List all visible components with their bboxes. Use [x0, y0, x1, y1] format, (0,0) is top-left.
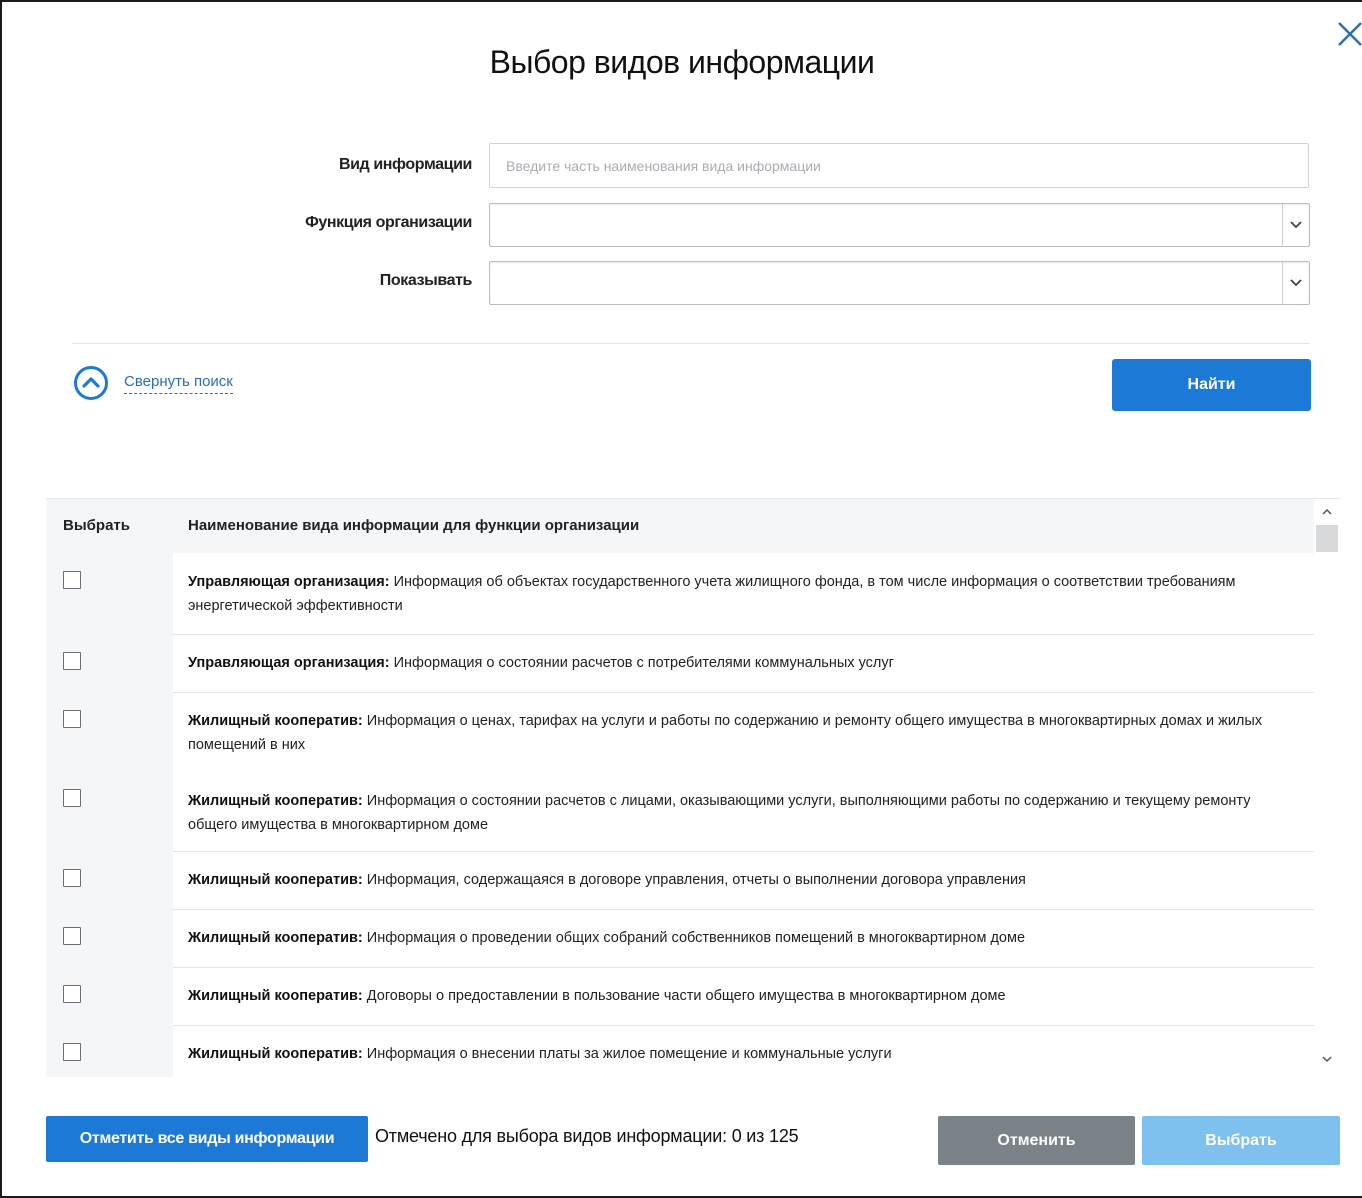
table-row: Жилищный кооператив: Информация о внесен…	[46, 1026, 1314, 1077]
row-text: Управляющая организация: Информация об о…	[188, 574, 1236, 614]
row-checkbox[interactable]	[63, 985, 81, 1003]
chevron-down-icon[interactable]	[1282, 262, 1309, 304]
row-text: Жилищный кооператив: Договоры о предоста…	[188, 988, 1006, 1004]
row-text: Жилищный кооператив: Информация о состоя…	[188, 793, 1251, 833]
row-checkbox[interactable]	[63, 927, 81, 945]
filters-divider	[72, 343, 1310, 344]
chevron-up-circle-icon	[74, 366, 108, 400]
select-info-types-dialog: Выбор видов информации Вид информации Фу…	[0, 0, 1362, 1198]
scroll-down-icon[interactable]	[1314, 1049, 1340, 1069]
info-type-label: Вид информации	[338, 156, 472, 173]
table-row: Жилищный кооператив: Информация о состоя…	[46, 773, 1314, 852]
scroll-up-icon[interactable]	[1314, 501, 1340, 521]
org-function-select[interactable]	[489, 203, 1310, 247]
row-checkbox[interactable]	[63, 789, 81, 807]
table-row: Жилищный кооператив: Информация о провед…	[46, 910, 1314, 968]
info-type-input[interactable]	[489, 143, 1309, 188]
collapse-search-label: Свернуть поиск	[124, 373, 233, 394]
org-function-label: Функция организации	[305, 214, 472, 231]
show-label: Показывать	[379, 272, 473, 289]
table-row: Управляющая организация: Информация о со…	[46, 635, 1314, 693]
find-button[interactable]: Найти	[1112, 359, 1311, 411]
select-button[interactable]: Выбрать	[1142, 1116, 1340, 1165]
show-select[interactable]	[489, 261, 1310, 305]
table-row: Жилищный кооператив: Информация, содержа…	[46, 852, 1314, 910]
info-types-table: Выбрать Наименование вида информации для…	[46, 498, 1340, 1077]
collapse-search-link[interactable]: Свернуть поиск	[72, 364, 233, 402]
selection-counter: Отмечено для выбора видов информации: 0 …	[375, 1126, 799, 1146]
table-header: Выбрать Наименование вида информации для…	[46, 499, 1314, 553]
row-text: Жилищный кооператив: Информация, содержа…	[188, 872, 1026, 888]
row-text: Управляющая организация: Информация о со…	[188, 655, 894, 671]
table-scrollbar[interactable]	[1314, 499, 1340, 1077]
dialog-title: Выбор видов информации	[489, 44, 875, 80]
row-text: Жилищный кооператив: Информация о внесен…	[188, 1046, 892, 1062]
column-header-select: Выбрать	[63, 517, 130, 534]
table-row: Жилищный кооператив: Договоры о предоста…	[46, 968, 1314, 1026]
mark-all-button[interactable]: Отметить все виды информации	[46, 1116, 368, 1162]
table-body: Управляющая организация: Информация об о…	[46, 553, 1314, 1077]
scrollbar-thumb[interactable]	[1316, 525, 1338, 552]
row-checkbox[interactable]	[63, 710, 81, 728]
row-checkbox[interactable]	[63, 1043, 81, 1061]
row-text: Жилищный кооператив: Информация о ценах,…	[188, 713, 1263, 753]
row-text: Жилищный кооператив: Информация о провед…	[188, 930, 1026, 946]
table-row: Жилищный кооператив: Информация о ценах,…	[46, 693, 1314, 773]
row-checkbox[interactable]	[63, 652, 81, 670]
column-header-name: Наименование вида информации для функции…	[188, 517, 640, 534]
row-checkbox[interactable]	[63, 869, 81, 887]
cancel-button[interactable]: Отменить	[938, 1116, 1135, 1165]
row-checkbox[interactable]	[63, 571, 81, 589]
chevron-down-icon[interactable]	[1282, 204, 1309, 246]
table-row: Управляющая организация: Информация об о…	[46, 553, 1314, 635]
